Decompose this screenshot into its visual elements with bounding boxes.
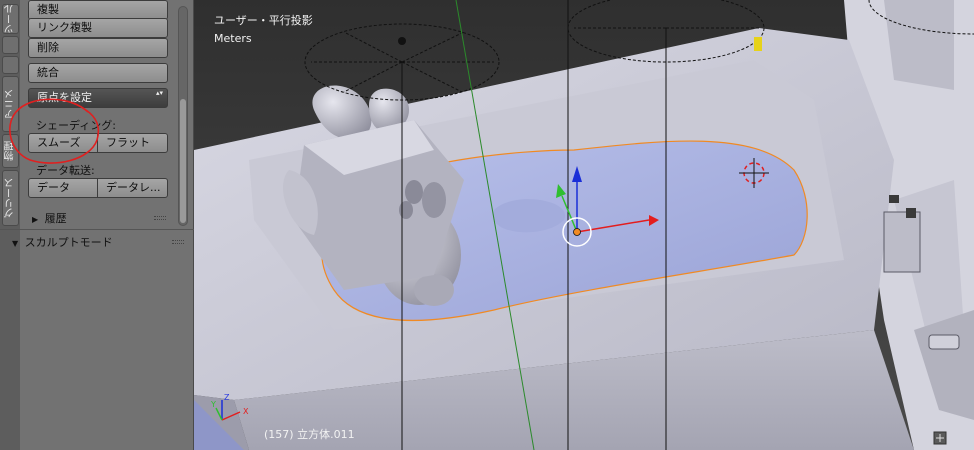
wall-panel bbox=[884, 0, 954, 90]
red-annotation-circle bbox=[9, 98, 100, 164]
viewport-scene: Z X Y bbox=[194, 0, 974, 450]
object-info-label: (157) 立方体.011 bbox=[264, 428, 355, 441]
units-label: Meters bbox=[214, 32, 252, 45]
axis-y-label: Y bbox=[210, 400, 216, 409]
view-name-label: ユーザー・平行投影 bbox=[214, 14, 313, 27]
3d-viewport[interactable]: Z X Y ユーザー・平行投影 Meters (157) 立方体.011 bbox=[194, 0, 974, 450]
selected-vertex-marker bbox=[754, 37, 762, 51]
lamp-center-icon bbox=[398, 37, 406, 45]
tool-shelf: ツール アニメ 物理 グリース 複製 リンク複製 削除 統合 原点を設定 シェー… bbox=[0, 0, 194, 450]
viewport-corner-widget[interactable] bbox=[933, 431, 947, 445]
axis-x-label: X bbox=[243, 407, 249, 416]
axis-z-label: Z bbox=[224, 393, 230, 402]
